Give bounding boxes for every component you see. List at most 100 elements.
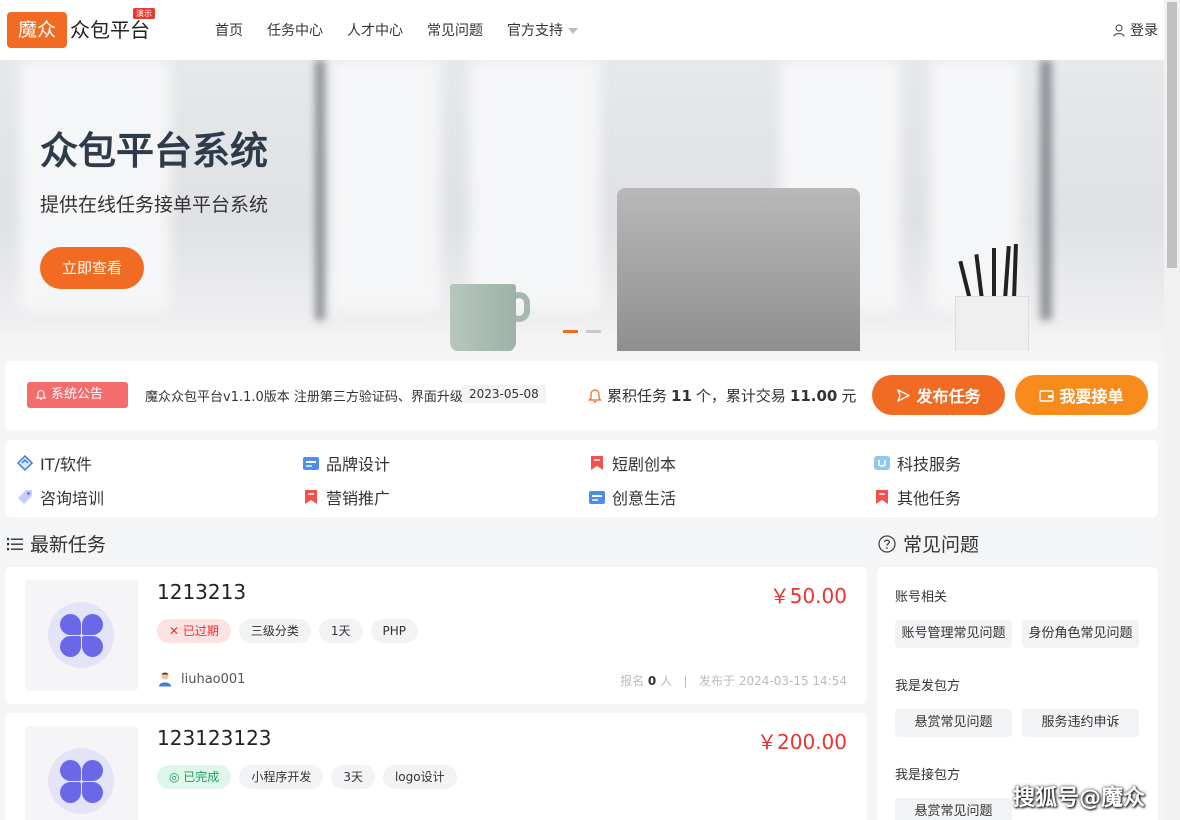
consulting-icon (18, 490, 32, 504)
faq-item[interactable]: 账号管理常见问题 (895, 620, 1012, 648)
notice-tag-label: 系统公告 (51, 387, 104, 402)
login-label: 登录 (1130, 23, 1158, 39)
task-thumbnail (25, 726, 138, 820)
faq-item[interactable]: 身份角色常见问题 (1022, 620, 1139, 648)
hero-bg-frame (1040, 60, 1052, 320)
category-short-drama[interactable]: 短剧创本 (587, 451, 676, 475)
category-label: 短剧创本 (612, 455, 677, 474)
faq-group-title: 我是发包方 (895, 679, 961, 694)
publish-task-label: 发布任务 (916, 387, 981, 406)
nav-official-support[interactable]: 官方支持 (507, 20, 578, 40)
take-order-button[interactable]: 我要接单 (1015, 375, 1148, 415)
pen-holder-image (955, 296, 1029, 351)
publish-task-button[interactable]: 发布任务 (872, 375, 1005, 415)
app-logo-icon (48, 748, 114, 814)
task-tags: ✕ 已过期 三级分类 1天 PHP (157, 619, 426, 643)
publish-time: 发布于 2024-03-15 14:54 (699, 674, 847, 688)
task-price: ￥200.00 (757, 730, 847, 754)
faq-item[interactable]: 悬赏常见问题 (895, 709, 1012, 737)
hero-bg-window (330, 60, 440, 310)
category-label: 营销推广 (326, 489, 391, 508)
main-nav: 首页 任务中心 人才中心 常见问题 官方支持 (215, 20, 602, 40)
nav-faq[interactable]: 常见问题 (427, 20, 483, 40)
category-marketing[interactable]: 营销推广 (301, 485, 390, 509)
signup-label: 报名 (620, 674, 645, 688)
send-icon (897, 388, 911, 402)
notice-text[interactable]: 魔众众包平台v1.1.0版本 注册第三方验证码、界面升级 (145, 386, 463, 405)
task-card[interactable]: 1213213 ￥50.00 ✕ 已过期 三级分类 1天 PHP liuhao0… (5, 567, 867, 704)
task-tag: logo设计 (382, 765, 457, 789)
task-price: ￥50.00 (769, 584, 847, 608)
category-panel: IT/软件 品牌设计 短剧创本 科技服务 咨询培训 营销推广 创意生活 其他任务 (5, 440, 1158, 517)
latest-tasks-heading: 最新任务 (7, 530, 106, 557)
status-badge: ◎ 已完成 (157, 765, 232, 789)
category-tech-service[interactable]: 科技服务 (872, 451, 961, 475)
category-label: 科技服务 (897, 455, 962, 474)
latest-tasks-title: 最新任务 (30, 534, 107, 556)
notice-date: 2023-05-08 (462, 385, 546, 403)
login-link[interactable]: 登录 (1113, 20, 1158, 40)
short-drama-icon (591, 456, 603, 470)
carousel-dot[interactable] (586, 330, 601, 333)
carousel-dot-active[interactable] (563, 330, 578, 333)
category-creative-life[interactable]: 创意生活 (587, 485, 676, 509)
app-logo-icon (48, 602, 114, 668)
question-circle-icon (878, 534, 896, 553)
signup-unit: 人 (660, 674, 673, 688)
faq-group-title: 账号相关 (895, 590, 948, 605)
faq-item[interactable]: 悬赏常见问题 (895, 798, 1012, 820)
notice-bar: 系统公告 魔众众包平台v1.1.0版本 注册第三方验证码、界面升级 2023-0… (5, 361, 1158, 430)
creative-life-icon (589, 491, 605, 504)
bell-icon (588, 388, 602, 402)
task-card[interactable]: 123123123 ￥200.00 ◎ 已完成 小程序开发 3天 logo设计 (5, 713, 867, 820)
brand-design-icon (303, 457, 319, 470)
task-tag: PHP (370, 619, 419, 643)
faq-group-title: 我是接包方 (895, 768, 961, 783)
other-tasks-icon (876, 490, 888, 504)
list-icon (7, 537, 23, 550)
category-consulting[interactable]: 咨询培训 (15, 485, 104, 509)
nav-home[interactable]: 首页 (215, 20, 243, 40)
task-tag: 1天 (318, 619, 363, 643)
faq-title: 常见问题 (903, 534, 980, 556)
task-title[interactable]: 1213213 (157, 580, 246, 604)
hero-bg-frame (315, 60, 325, 320)
category-label: IT/软件 (40, 455, 92, 474)
pencil-image (992, 248, 996, 300)
task-tags: ◎ 已完成 小程序开发 3天 logo设计 (157, 765, 465, 789)
hero-title: 众包平台系统 (40, 129, 269, 173)
chevron-down-icon (568, 28, 578, 34)
take-order-label: 我要接单 (1059, 387, 1124, 406)
page-scrollbar[interactable] (1164, 0, 1180, 820)
hero-banner: 众包平台系统 提供在线任务接单平台系统 立即查看 (0, 60, 1164, 351)
logo-mark[interactable]: 魔众 (7, 12, 67, 48)
category-label: 创意生活 (612, 489, 677, 508)
laptop-image (617, 188, 860, 351)
wallet-icon (1039, 389, 1055, 402)
nav-task-center[interactable]: 任务中心 (267, 20, 323, 40)
trade-amount: 11.00 (789, 386, 838, 405)
faq-heading: 常见问题 (878, 530, 979, 557)
category-brand-design[interactable]: 品牌设计 (301, 451, 390, 475)
status-badge-label: 已过期 (182, 624, 219, 638)
task-title[interactable]: 123123123 (157, 726, 272, 750)
view-now-button[interactable]: 立即查看 (40, 247, 144, 289)
stats-prefix: 累积任务 (607, 387, 668, 405)
task-publisher[interactable]: liuhao001 (157, 671, 245, 687)
category-it-software[interactable]: IT/软件 (15, 451, 92, 475)
stats-summary: 累积任务 11 个，累计交易 11.00 元 (587, 385, 856, 406)
category-label: 品牌设计 (326, 455, 391, 474)
mug-image (450, 284, 516, 351)
system-notice-tag: 系统公告 (27, 382, 128, 408)
it-software-icon (16, 454, 34, 472)
nav-talent-center[interactable]: 人才中心 (347, 20, 403, 40)
status-badge-label: 已完成 (183, 770, 220, 784)
nav-official-support-label: 官方支持 (507, 23, 563, 39)
faq-item[interactable]: 服务违约申诉 (1022, 709, 1139, 737)
scrollbar-thumb[interactable] (1167, 2, 1177, 268)
task-meta: 报名 0 人 | 发布于 2024-03-15 14:54 (620, 674, 847, 688)
category-other-tasks[interactable]: 其他任务 (872, 485, 961, 509)
task-count: 11 (671, 386, 692, 405)
task-tag: 3天 (331, 765, 375, 789)
carousel-indicators (563, 330, 609, 333)
